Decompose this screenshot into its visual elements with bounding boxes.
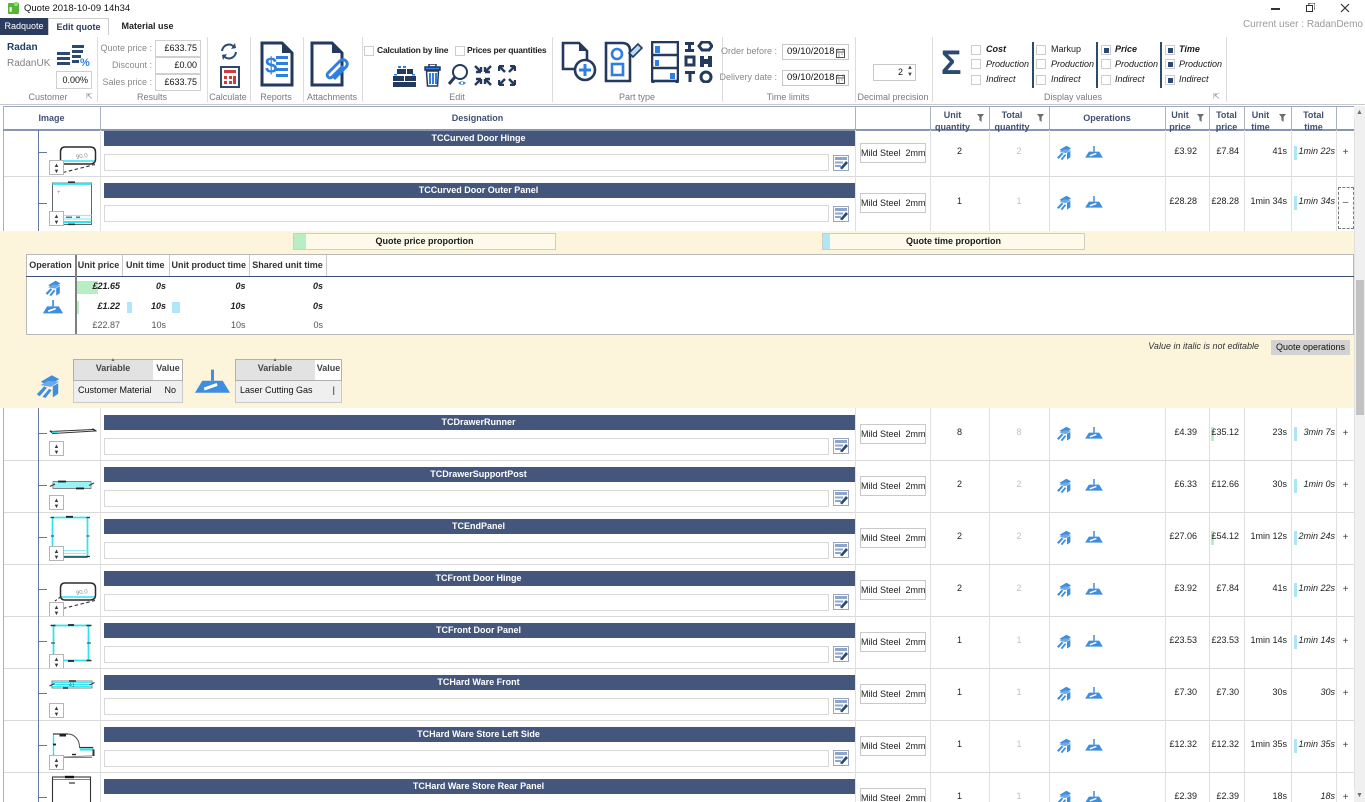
svg-text:41: 41 bbox=[69, 683, 75, 689]
svg-text:$: $ bbox=[265, 53, 277, 78]
svg-text:+: + bbox=[57, 190, 61, 196]
